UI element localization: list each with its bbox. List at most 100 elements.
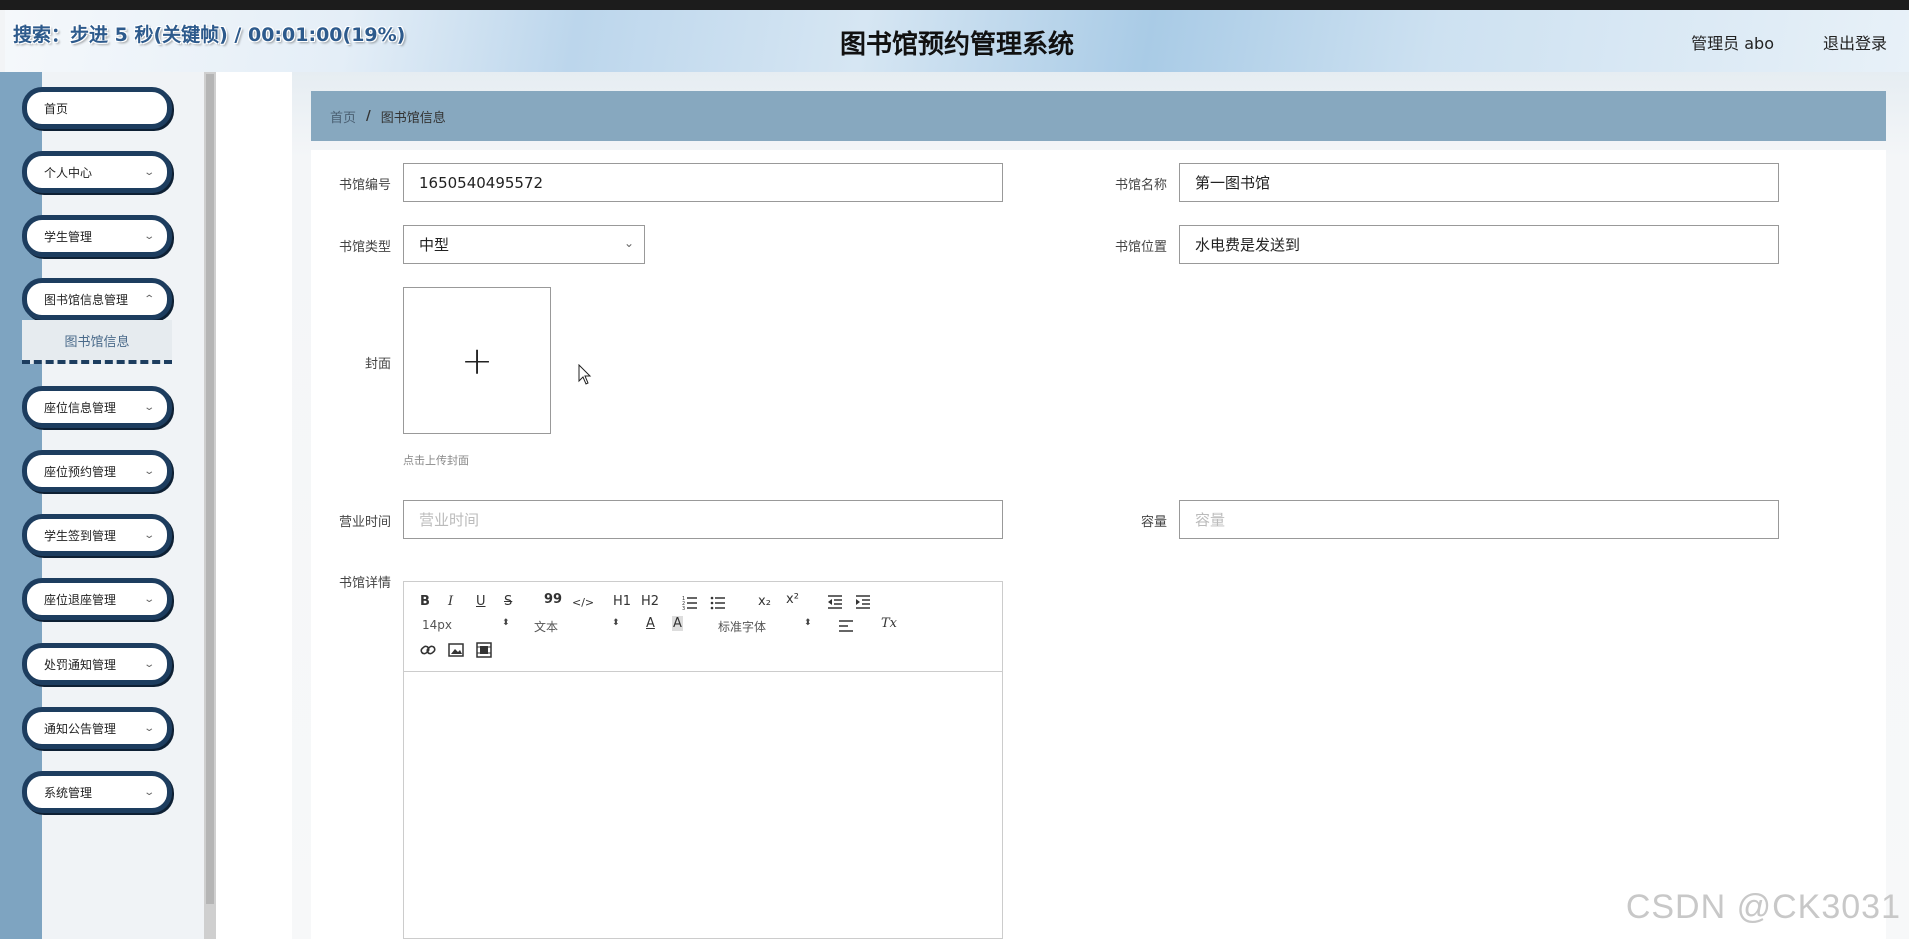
mouse-pointer-icon	[578, 364, 592, 385]
sidebar-item-label: 学生管理	[44, 229, 93, 244]
updown-icon: ⬍	[502, 618, 510, 628]
editor-content-area[interactable]	[404, 672, 1002, 938]
chevron-down-icon: ⌄	[142, 722, 155, 734]
sidebar-subitem-library-info[interactable]: 图书馆信息	[22, 320, 172, 364]
cover-label: 封面	[364, 357, 391, 372]
font-size-select[interactable]: 14px ⬍	[422, 618, 512, 632]
capacity-field[interactable]: 容量	[1179, 500, 1779, 539]
capacity-label: 容量	[1140, 515, 1167, 530]
sidebar-item-checkin-mgmt[interactable]: 学生签到管理 ⌄	[22, 514, 172, 556]
heading-1-icon[interactable]: H1	[613, 594, 631, 609]
sidebar-item-label: 学生签到管理	[44, 528, 117, 543]
font-color-icon[interactable]: A	[646, 616, 655, 631]
business-hours-label: 营业时间	[338, 515, 391, 530]
plus-icon: +	[461, 338, 493, 383]
chevron-up-icon: ⌃	[142, 293, 155, 305]
subscript-icon[interactable]: x₂	[758, 594, 771, 609]
library-no-field[interactable]: 1650540495572	[403, 163, 1003, 202]
clear-format-icon[interactable]: Tx	[881, 616, 897, 631]
sidebar-item-label: 处罚通知管理	[44, 657, 117, 672]
sidebar-item-label: 座位退座管理	[44, 592, 117, 607]
chevron-down-icon: ⌄	[142, 465, 155, 477]
library-type-label: 书馆类型	[338, 240, 391, 255]
chevron-down-icon: ⌄	[142, 401, 155, 413]
library-type-select[interactable]: 中型 ⌄	[403, 225, 645, 264]
underline-icon[interactable]: U	[476, 594, 486, 609]
sidebar-item-announcement-mgmt[interactable]: 通知公告管理 ⌄	[22, 707, 172, 749]
chevron-down-icon: ⌄	[142, 593, 155, 605]
library-location-field[interactable]: 水电费是发送到	[1179, 225, 1779, 264]
details-label: 书馆详情	[338, 576, 391, 591]
bold-icon[interactable]: B	[420, 594, 430, 609]
library-type-value: 中型	[419, 236, 450, 254]
sidebar-scrollbar[interactable]	[204, 72, 216, 939]
cover-upload-hint: 点击上传封面	[403, 454, 469, 467]
chevron-down-icon: ⌄	[142, 230, 155, 242]
image-icon[interactable]	[448, 642, 464, 658]
sidebar-item-label: 通知公告管理	[44, 721, 117, 736]
app-title: 图书馆预约管理系统	[839, 30, 1074, 60]
sidebar-item-seat-release-mgmt[interactable]: 座位退座管理 ⌄	[22, 578, 172, 620]
align-left-icon[interactable]	[838, 619, 854, 633]
breadcrumb-home[interactable]: 首页	[330, 107, 356, 126]
italic-icon[interactable]: I	[448, 594, 453, 609]
sidebar-item-label: 图书馆信息管理	[44, 292, 129, 307]
editor-toolbar: B I U S 99 </> H1 H2 1 2 3 x₂ x² 14px ⬍ …	[404, 582, 1002, 672]
sidebar-item-seat-info-mgmt[interactable]: 座位信息管理 ⌄	[22, 386, 172, 428]
breadcrumb: 首页 / 图书馆信息	[311, 91, 1886, 141]
library-location-label: 书馆位置	[1114, 240, 1167, 255]
font-family-select[interactable]: 标准字体 ⬍	[718, 618, 818, 635]
admin-label: 管理员 abo	[1691, 34, 1774, 53]
block-format-select[interactable]: 文本 ⬍	[534, 618, 624, 635]
video-icon[interactable]	[476, 642, 492, 658]
strikethrough-icon[interactable]: S	[504, 594, 512, 609]
sidebar-item-penalty-notice-mgmt[interactable]: 处罚通知管理 ⌄	[22, 643, 172, 685]
library-name-field[interactable]: 第一图书馆	[1179, 163, 1779, 202]
sidebar-item-label: 座位信息管理	[44, 400, 117, 415]
chevron-down-icon: ⌄	[142, 658, 155, 670]
breadcrumb-separator: /	[366, 108, 371, 124]
window-top-strip	[0, 0, 1909, 10]
library-name-label: 书馆名称	[1114, 178, 1167, 193]
sidebar-item-label: 系统管理	[44, 785, 93, 800]
sidebar-item-label: 首页	[44, 101, 69, 116]
chevron-down-icon: ⌄	[142, 786, 155, 798]
sidebar-item-label: 个人中心	[44, 165, 93, 180]
sidebar-item-system-mgmt[interactable]: 系统管理 ⌄	[22, 771, 172, 813]
indent-icon[interactable]	[855, 594, 871, 610]
quote-icon[interactable]: 99	[544, 592, 562, 607]
heading-2-icon[interactable]: H2	[641, 594, 659, 609]
font-family-value: 标准字体	[718, 620, 767, 634]
updown-icon: ⬍	[612, 618, 620, 628]
scrollbar-thumb[interactable]	[206, 74, 214, 904]
cover-upload-button[interactable]: +	[403, 287, 551, 434]
sidebar-gap	[216, 72, 292, 939]
watermark: CSDN @CK3031	[1625, 888, 1901, 926]
outdent-icon[interactable]	[827, 594, 843, 610]
breadcrumb-current: 图书馆信息	[380, 110, 446, 126]
library-no-label: 书馆编号	[338, 178, 391, 193]
header: 搜索：步进 5 秒(关键帧) / 00:01:00(19%) 图书馆预约管理系统…	[5, 10, 1909, 72]
sidebar-item-library-info-mgmt[interactable]: 图书馆信息管理 ⌃	[22, 278, 172, 320]
chevron-down-icon: ⌄	[623, 236, 634, 250]
link-icon[interactable]	[420, 642, 436, 658]
updown-icon: ⬍	[804, 618, 812, 628]
superscript-icon[interactable]: x²	[786, 592, 799, 607]
sidebar-item-label: 座位预约管理	[44, 464, 117, 479]
business-hours-field[interactable]: 营业时间	[403, 500, 1003, 539]
ordered-list-icon[interactable]: 1 2 3	[682, 594, 698, 610]
sidebar-item-home[interactable]: 首页	[22, 87, 172, 129]
chevron-down-icon: ⌄	[142, 166, 155, 178]
bullet-list-icon[interactable]	[710, 594, 726, 610]
font-size-value: 14px	[422, 618, 452, 632]
svg-text:3: 3	[682, 606, 685, 610]
sidebar-item-personal-center[interactable]: 个人中心 ⌄	[22, 151, 172, 193]
block-format-value: 文本	[534, 620, 559, 634]
background-color-icon[interactable]: A	[672, 616, 683, 631]
chevron-down-icon: ⌄	[142, 529, 155, 541]
code-icon[interactable]: </>	[572, 596, 594, 609]
sidebar-item-student-mgmt[interactable]: 学生管理 ⌄	[22, 215, 172, 257]
rich-text-editor[interactable]: B I U S 99 </> H1 H2 1 2 3 x₂ x² 14px ⬍ …	[403, 581, 1003, 939]
sidebar-item-seat-booking-mgmt[interactable]: 座位预约管理 ⌄	[22, 450, 172, 492]
logout-link[interactable]: 退出登录	[1823, 30, 1887, 54]
